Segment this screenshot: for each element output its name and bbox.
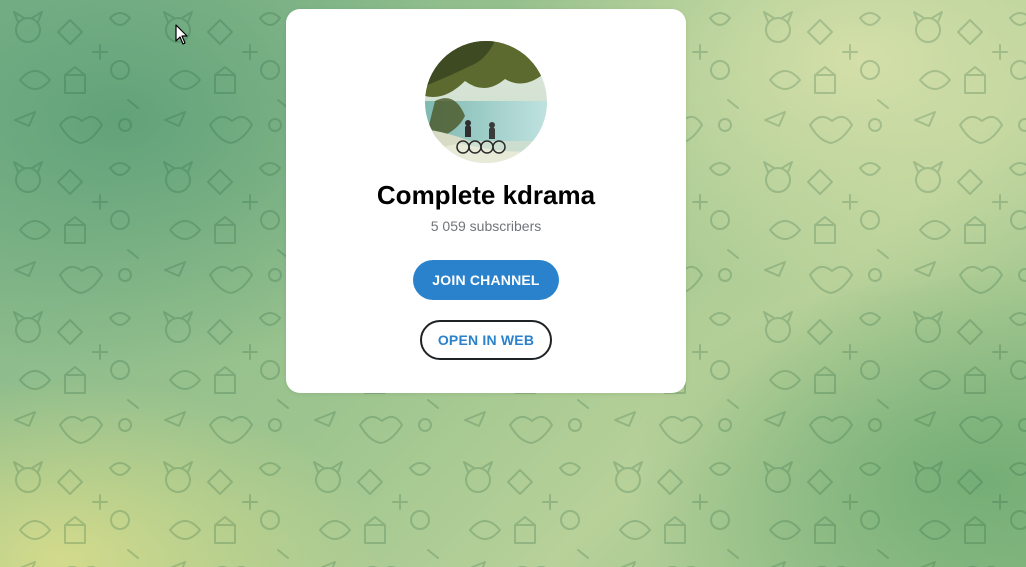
subscriber-count: 5 059 subscribers xyxy=(430,218,542,234)
mouse-cursor-icon xyxy=(175,24,188,45)
join-channel-button[interactable]: JOIN CHANNEL xyxy=(413,260,559,300)
channel-preview-card: Complete kdrama 5 059 subscribers JOIN C… xyxy=(286,9,686,393)
channel-title: Complete kdrama xyxy=(376,180,596,210)
open-in-web-button[interactable]: OPEN IN WEB xyxy=(420,320,552,360)
channel-avatar xyxy=(425,41,547,163)
channel-photo-image xyxy=(425,41,547,163)
